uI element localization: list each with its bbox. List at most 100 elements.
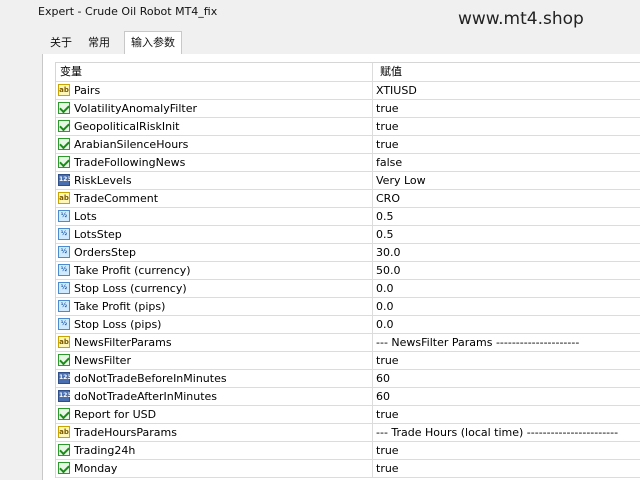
variable-cell[interactable]: ArabianSilenceHours xyxy=(56,136,373,153)
value-cell[interactable]: 0.0 xyxy=(373,316,640,333)
table-row[interactable]: 123 doNotTradeAfterInMinutes 60 xyxy=(56,388,640,406)
variable-cell[interactable]: ab Pairs xyxy=(56,82,373,99)
variable-cell[interactable]: ½ Take Profit (pips) xyxy=(56,298,373,315)
string-type-icon: ab xyxy=(58,84,70,96)
table-row[interactable]: ½ LotsStep 0.5 xyxy=(56,226,640,244)
variable-name: LotsStep xyxy=(74,228,122,241)
value-cell[interactable]: 30.0 xyxy=(373,244,640,261)
variable-name: RiskLevels xyxy=(74,174,132,187)
value-cell[interactable]: --- Trade Hours (local time) -----------… xyxy=(373,424,640,441)
value-cell[interactable]: 0.0 xyxy=(373,298,640,315)
boolean-type-icon xyxy=(58,102,70,114)
variable-name: OrdersStep xyxy=(74,246,137,259)
value-cell[interactable]: true xyxy=(373,406,640,423)
variable-cell[interactable]: ½ Stop Loss (currency) xyxy=(56,280,373,297)
tab-bar: 关于 常用 输入参数 xyxy=(42,31,640,55)
double-type-icon: ½ xyxy=(58,300,70,312)
table-row[interactable]: ½ Stop Loss (pips) 0.0 xyxy=(56,316,640,334)
string-type-icon: ab xyxy=(58,192,70,204)
table-row[interactable]: ½ OrdersStep 30.0 xyxy=(56,244,640,262)
variable-name: Pairs xyxy=(74,84,101,97)
variable-name: TradeFollowingNews xyxy=(74,156,186,169)
variable-cell[interactable]: 123 doNotTradeAfterInMinutes xyxy=(56,388,373,405)
variable-cell[interactable]: ½ Take Profit (currency) xyxy=(56,262,373,279)
watermark: www.mt4.shop xyxy=(458,9,584,29)
table-row[interactable]: ab TradeHoursParams --- Trade Hours (local… xyxy=(56,424,640,442)
variable-cell[interactable]: Report for USD xyxy=(56,406,373,423)
value-cell[interactable]: true xyxy=(373,460,640,477)
value-cell[interactable]: false xyxy=(373,154,640,171)
table-row[interactable]: 123 RiskLevels Very Low xyxy=(56,172,640,190)
variable-cell[interactable]: Monday xyxy=(56,460,373,477)
variable-name: TradeComment xyxy=(74,192,159,205)
header-value[interactable]: 赋值 xyxy=(373,63,640,81)
variable-name: Stop Loss (currency) xyxy=(74,282,187,295)
value-cell[interactable]: 0.5 xyxy=(373,226,640,243)
table-row[interactable]: ab NewsFilterParams --- NewsFilter Params … xyxy=(56,334,640,352)
boolean-type-icon xyxy=(58,408,70,420)
tab-inputs[interactable]: 输入参数 xyxy=(124,31,182,55)
value-cell[interactable]: 0.5 xyxy=(373,208,640,225)
table-row[interactable]: ArabianSilenceHours true xyxy=(56,136,640,154)
string-type-icon: ab xyxy=(58,426,70,438)
variable-cell[interactable]: TradeFollowingNews xyxy=(56,154,373,171)
double-type-icon: ½ xyxy=(58,228,70,240)
value-cell[interactable]: 60 xyxy=(373,388,640,405)
table-row[interactable]: Report for USD true xyxy=(56,406,640,424)
table-row[interactable]: NewsFilter true xyxy=(56,352,640,370)
value-cell[interactable]: XTIUSD xyxy=(373,82,640,99)
table-row[interactable]: 123 doNotTradeBeforeInMinutes 60 xyxy=(56,370,640,388)
variable-cell[interactable]: ½ LotsStep xyxy=(56,226,373,243)
double-type-icon: ½ xyxy=(58,282,70,294)
integer-type-icon: 123 xyxy=(58,372,72,384)
table-row[interactable]: ½ Take Profit (currency) 50.0 xyxy=(56,262,640,280)
header-variable[interactable]: 变量 xyxy=(56,63,373,81)
table-row[interactable]: Trading24h true xyxy=(56,442,640,460)
table-row[interactable]: VolatilityAnomalyFilter true xyxy=(56,100,640,118)
variable-name: NewsFilter xyxy=(74,354,131,367)
value-cell[interactable]: true xyxy=(373,118,640,135)
table-row[interactable]: ½ Take Profit (pips) 0.0 xyxy=(56,298,640,316)
table-row[interactable]: GeopoliticalRiskInit true xyxy=(56,118,640,136)
double-type-icon: ½ xyxy=(58,246,70,258)
table-row[interactable]: ½ Stop Loss (currency) 0.0 xyxy=(56,280,640,298)
table-row[interactable]: ab TradeComment CRO xyxy=(56,190,640,208)
variable-cell[interactable]: ½ Stop Loss (pips) xyxy=(56,316,373,333)
value-cell[interactable]: 50.0 xyxy=(373,262,640,279)
double-type-icon: ½ xyxy=(58,264,70,276)
value-cell[interactable]: --- NewsFilter Params ------------------… xyxy=(373,334,640,351)
variable-cell[interactable]: Trading24h xyxy=(56,442,373,459)
table-row[interactable]: ½ Lots 0.5 xyxy=(56,208,640,226)
variable-cell[interactable]: 123 doNotTradeBeforeInMinutes xyxy=(56,370,373,387)
variable-name: Lots xyxy=(74,210,97,223)
tab-common[interactable]: 常用 xyxy=(82,32,116,53)
value-cell[interactable]: true xyxy=(373,352,640,369)
variable-name: TradeHoursParams xyxy=(74,426,177,439)
value-cell[interactable]: CRO xyxy=(373,190,640,207)
variable-cell[interactable]: ab TradeHoursParams xyxy=(56,424,373,441)
variable-name: Trading24h xyxy=(74,444,136,457)
tab-about[interactable]: 关于 xyxy=(44,32,78,53)
variable-cell[interactable]: GeopoliticalRiskInit xyxy=(56,118,373,135)
variable-name: ArabianSilenceHours xyxy=(74,138,189,151)
variable-name: Report for USD xyxy=(74,408,157,421)
variable-cell[interactable]: 123 RiskLevels xyxy=(56,172,373,189)
variable-name: doNotTradeAfterInMinutes xyxy=(74,390,218,403)
value-cell[interactable]: true xyxy=(373,100,640,117)
value-cell[interactable]: Very Low xyxy=(373,172,640,189)
variable-cell[interactable]: VolatilityAnomalyFilter xyxy=(56,100,373,117)
variable-cell[interactable]: ab TradeComment xyxy=(56,190,373,207)
table-row[interactable]: Monday true xyxy=(56,460,640,478)
value-cell[interactable]: 0.0 xyxy=(373,280,640,297)
variable-cell[interactable]: ab NewsFilterParams xyxy=(56,334,373,351)
table-row[interactable]: TradeFollowingNews false xyxy=(56,154,640,172)
boolean-type-icon xyxy=(58,462,70,474)
value-cell[interactable]: 60 xyxy=(373,370,640,387)
table-row[interactable]: ab Pairs XTIUSD xyxy=(56,82,640,100)
variable-cell[interactable]: ½ Lots xyxy=(56,208,373,225)
variable-cell[interactable]: ½ OrdersStep xyxy=(56,244,373,261)
boolean-type-icon xyxy=(58,156,70,168)
value-cell[interactable]: true xyxy=(373,136,640,153)
value-cell[interactable]: true xyxy=(373,442,640,459)
variable-cell[interactable]: NewsFilter xyxy=(56,352,373,369)
